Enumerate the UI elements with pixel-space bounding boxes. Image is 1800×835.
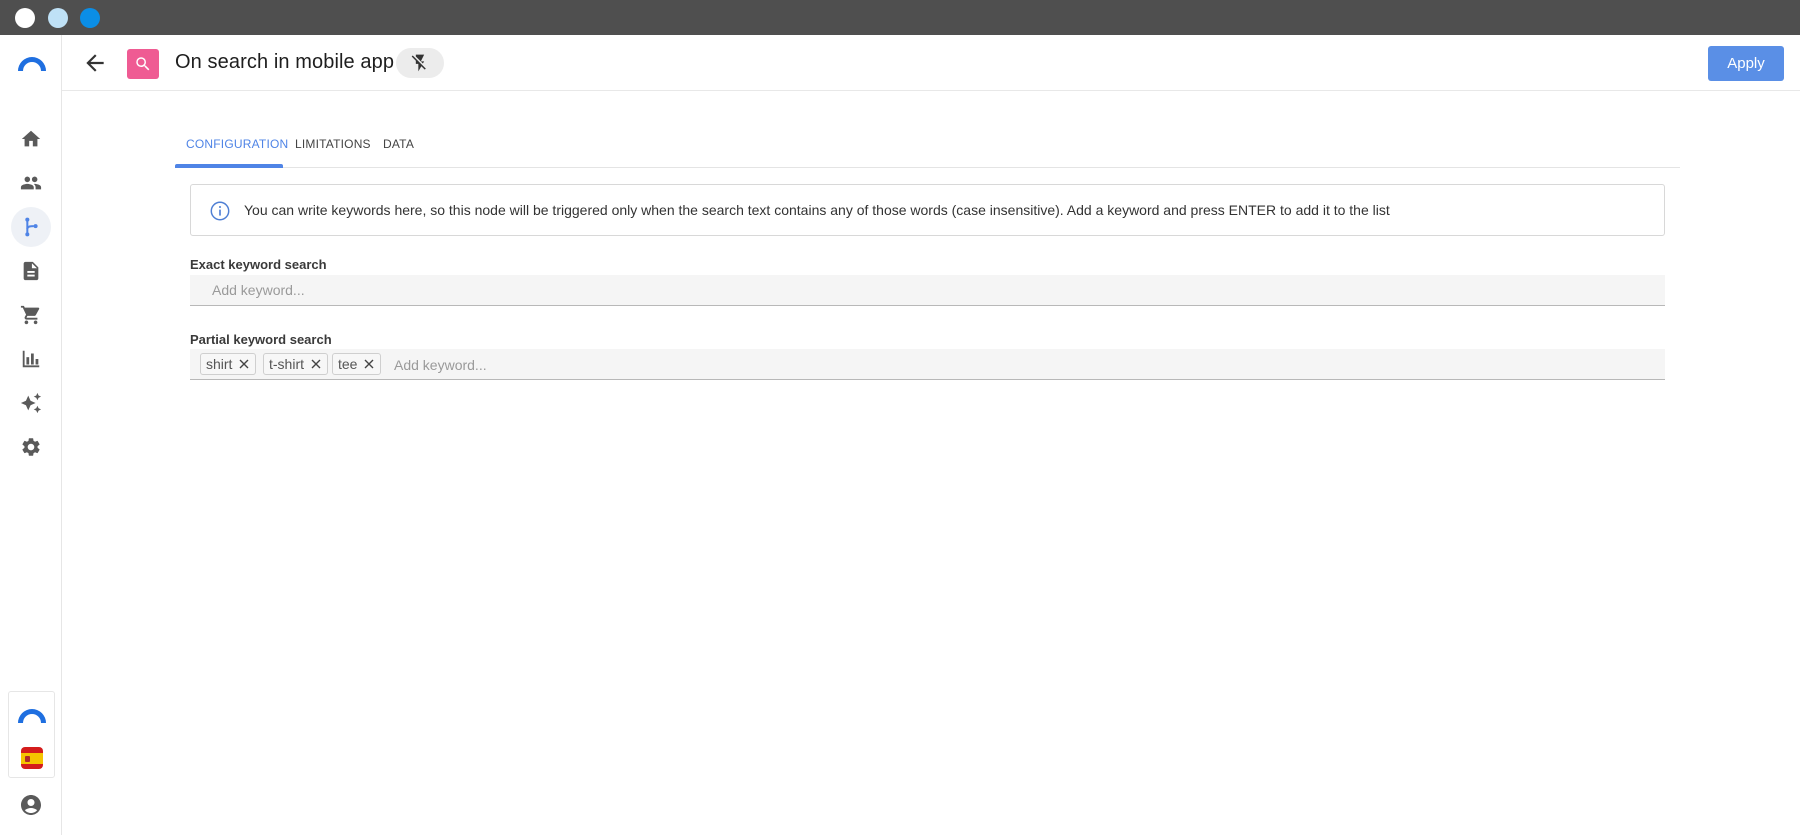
keyword-chip: tee	[332, 353, 382, 375]
search-icon	[136, 57, 150, 71]
keyword-chip: t-shirt	[263, 353, 328, 375]
spain-flag-icon[interactable]	[21, 747, 43, 769]
workspace-switcher	[8, 691, 55, 778]
sidebar-item-analytics[interactable]	[11, 339, 51, 379]
user-account-icon[interactable]	[19, 793, 43, 817]
sidebar	[0, 35, 62, 835]
sidebar-item-documents[interactable]	[11, 251, 51, 291]
keyword-chip-label: tee	[338, 356, 358, 372]
app-logo[interactable]	[16, 54, 48, 72]
exact-keyword-placeholder: Add keyword...	[212, 282, 305, 298]
info-box: You can write keywords here, so this nod…	[190, 184, 1665, 236]
sidebar-item-home[interactable]	[11, 119, 51, 159]
tab-limitations[interactable]: LIMITATIONS	[295, 137, 371, 151]
sidebar-item-people[interactable]	[11, 163, 51, 203]
sidebar-item-cart[interactable]	[11, 295, 51, 335]
bar-chart-icon	[22, 350, 40, 368]
keyword-chip: shirt	[200, 353, 257, 375]
apply-button[interactable]: Apply	[1708, 46, 1784, 81]
exact-keyword-input[interactable]: Add keyword...	[190, 275, 1665, 306]
flow-icon	[25, 217, 38, 237]
tab-data[interactable]: DATA	[383, 137, 414, 151]
close-icon[interactable]	[238, 358, 250, 370]
close-icon[interactable]	[363, 358, 375, 370]
partial-keyword-label: Partial keyword search	[190, 332, 332, 347]
flash-off-icon	[411, 54, 426, 72]
info-icon	[210, 201, 230, 221]
sidebar-item-settings[interactable]	[11, 427, 51, 467]
sparkles-icon	[20, 392, 42, 414]
sidebar-item-flows[interactable]	[11, 207, 51, 247]
keyword-chip-label: shirt	[206, 356, 233, 372]
tab-bar: CONFIGURATION LIMITATIONS DATA	[175, 125, 1680, 168]
active-tab-indicator	[175, 164, 283, 168]
flash-toggle[interactable]	[396, 48, 444, 78]
window-maximize-button[interactable]	[80, 8, 100, 28]
keyword-chip-label: t-shirt	[269, 356, 304, 372]
window-minimize-button[interactable]	[48, 8, 68, 28]
gear-icon	[22, 438, 40, 456]
home-icon	[21, 130, 41, 147]
search-node-icon	[127, 49, 159, 79]
back-arrow-icon[interactable]	[82, 50, 108, 76]
close-icon[interactable]	[310, 358, 322, 370]
partial-keyword-input[interactable]: shirt t-shirt tee Add keyword...	[190, 349, 1665, 380]
exact-keyword-label: Exact keyword search	[190, 257, 327, 272]
window-titlebar	[0, 0, 1800, 35]
info-text: You can write keywords here, so this nod…	[244, 202, 1390, 218]
tab-configuration[interactable]: CONFIGURATION	[186, 137, 288, 151]
partial-keyword-placeholder: Add keyword...	[394, 357, 487, 373]
window-close-button[interactable]	[15, 8, 35, 28]
sidebar-item-ai[interactable]	[11, 383, 51, 423]
page-header: On search in mobile app Apply	[62, 35, 1800, 91]
people-icon	[20, 176, 42, 190]
cart-icon	[20, 305, 40, 325]
workspace-logo[interactable]	[16, 706, 48, 724]
document-icon	[23, 261, 39, 281]
page-title: On search in mobile app	[175, 51, 395, 73]
